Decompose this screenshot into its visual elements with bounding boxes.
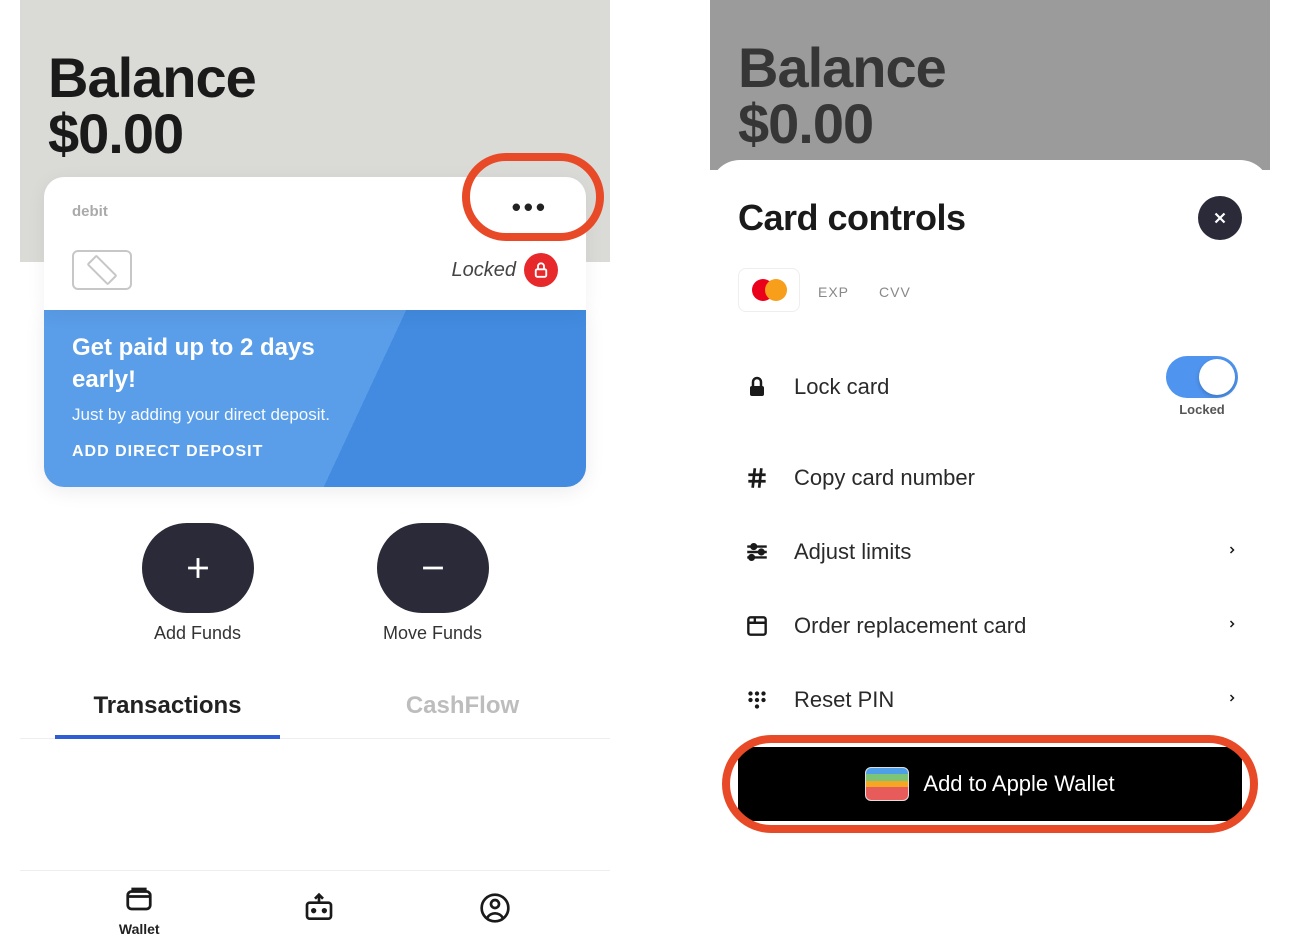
lock-toggle-wrap: Locked	[1166, 356, 1238, 417]
move-funds-label: Move Funds	[383, 623, 482, 644]
keypad-icon	[742, 687, 772, 713]
balance-label: Balance	[48, 50, 582, 106]
card-info-row: EXP CVV	[738, 268, 1242, 312]
debit-card: debit ••• Locked Get paid up to 2 days e…	[44, 177, 586, 487]
tab-transactions[interactable]: Transactions	[20, 678, 315, 738]
nav-profile[interactable]	[479, 892, 511, 929]
chevron-right-icon	[1226, 541, 1238, 564]
bottom-nav: Wallet	[20, 870, 610, 950]
lock-card-label: Lock card	[794, 374, 1144, 400]
lock-toggle[interactable]	[1166, 356, 1238, 398]
nav-wallet-label: Wallet	[119, 921, 160, 937]
transfer-icon	[301, 892, 337, 929]
nav-wallet[interactable]: Wallet	[119, 884, 160, 937]
add-funds-button[interactable]: Add Funds	[142, 523, 254, 644]
profile-icon	[479, 892, 511, 929]
action-row: Add Funds Move Funds	[80, 523, 550, 644]
sheet-title: Card controls	[738, 197, 966, 239]
card-controls-screen: Balance $0.00 Card controls EXP CVV	[710, 0, 1270, 950]
wallet-icon	[122, 884, 156, 919]
copy-number-label: Copy card number	[794, 465, 1238, 491]
balance-amount: $0.00	[48, 106, 582, 162]
card-type-label: debit	[72, 203, 558, 220]
apple-wallet-wrap: Add to Apple Wallet	[738, 747, 1242, 821]
control-lock-card[interactable]: Lock card Locked	[738, 332, 1242, 441]
card-chip-row: Locked	[72, 250, 558, 290]
box-icon	[742, 613, 772, 639]
lock-icon	[742, 374, 772, 400]
chevron-right-icon	[1226, 615, 1238, 638]
balance-label-bg: Balance	[738, 40, 1242, 96]
control-list: Lock card Locked Copy card number Adjust…	[738, 332, 1242, 821]
reset-pin-label: Reset PIN	[794, 687, 1204, 713]
control-copy-number[interactable]: Copy card number	[738, 441, 1242, 515]
adjust-limits-label: Adjust limits	[794, 539, 1204, 565]
apple-wallet-icon	[865, 767, 909, 801]
promo-subtitle: Just by adding your direct deposit.	[72, 405, 558, 425]
balance-header-dimmed: Balance $0.00	[710, 0, 1270, 170]
mastercard-icon	[738, 268, 800, 312]
card-number-meta: EXP CVV	[818, 280, 911, 300]
control-order-replacement[interactable]: Order replacement card	[738, 589, 1242, 663]
tab-cashflow[interactable]: CashFlow	[315, 678, 610, 738]
card-top: debit ••• Locked	[44, 177, 586, 310]
minus-icon	[377, 523, 489, 613]
wallet-screen: Balance $0.00 debit ••• Locked Get paid …	[20, 0, 610, 950]
balance-amount-bg: $0.00	[738, 96, 1242, 152]
locked-text: Locked	[452, 259, 517, 282]
apple-wallet-label: Add to Apple Wallet	[923, 771, 1114, 797]
promo-title: Get paid up to 2 days early!	[72, 332, 322, 397]
card-chip-icon	[72, 250, 132, 290]
nav-transfer[interactable]	[301, 892, 337, 929]
sheet-header: Card controls	[738, 196, 1242, 240]
card-locked-indicator: Locked	[452, 253, 559, 287]
sliders-icon	[742, 539, 772, 565]
card-controls-sheet: Card controls EXP CVV Lock card	[710, 160, 1270, 950]
lock-icon	[524, 253, 558, 287]
card-more-button[interactable]: •••	[502, 197, 558, 217]
add-to-apple-wallet-button[interactable]: Add to Apple Wallet	[738, 747, 1242, 821]
tab-row: Transactions CashFlow	[20, 678, 610, 739]
move-funds-button[interactable]: Move Funds	[377, 523, 489, 644]
chevron-right-icon	[1226, 689, 1238, 712]
control-reset-pin[interactable]: Reset PIN	[738, 663, 1242, 737]
exp-label: EXP	[818, 284, 849, 300]
promo-cta[interactable]: ADD DIRECT DEPOSIT	[72, 443, 558, 461]
order-replacement-label: Order replacement card	[794, 613, 1204, 639]
cvv-label: CVV	[879, 284, 911, 300]
close-button[interactable]	[1198, 196, 1242, 240]
promo-banner[interactable]: Get paid up to 2 days early! Just by add…	[44, 310, 586, 487]
plus-icon	[142, 523, 254, 613]
hash-icon	[742, 465, 772, 491]
control-adjust-limits[interactable]: Adjust limits	[738, 515, 1242, 589]
add-funds-label: Add Funds	[154, 623, 241, 644]
lock-toggle-status: Locked	[1179, 402, 1225, 417]
